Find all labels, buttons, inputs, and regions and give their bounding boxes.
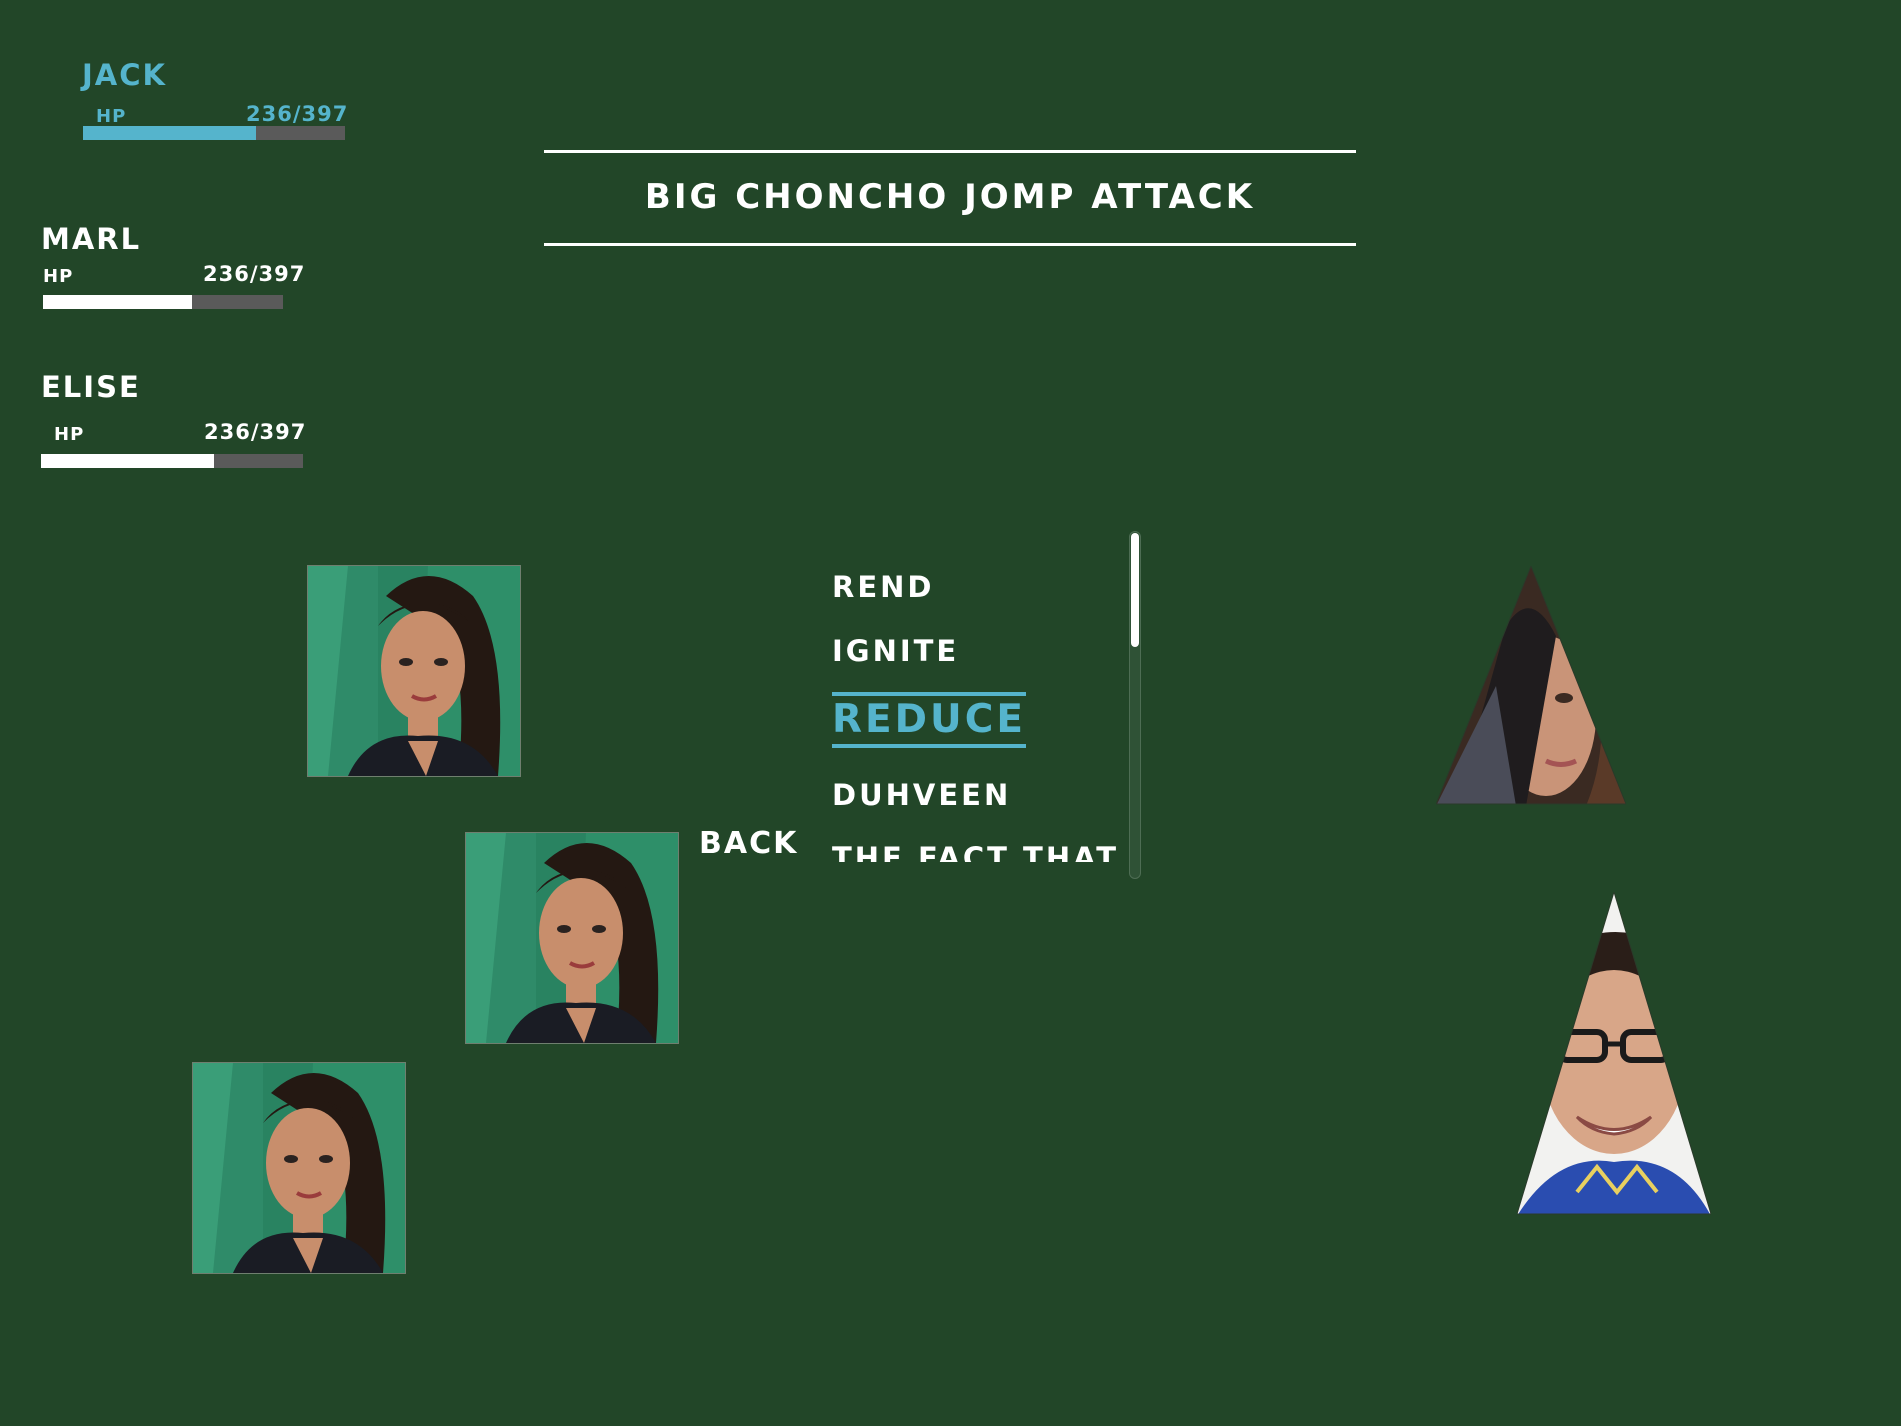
- hp-bar-fill: [83, 126, 256, 140]
- skill-item-reduce[interactable]: REDUCE: [832, 692, 1026, 748]
- hp-value: 236/397: [204, 420, 307, 444]
- skill-item-ignite[interactable]: IGNITE: [832, 634, 959, 668]
- hp-bar-fill: [43, 295, 192, 309]
- hp-bar: [43, 295, 283, 309]
- skill-item-duhveen[interactable]: DUHVEEN: [832, 778, 1011, 812]
- woman-portrait-icon: [466, 833, 678, 1043]
- hp-bar: [83, 126, 345, 140]
- hp-label: HP: [43, 266, 74, 287]
- hp-value: 236/397: [246, 102, 349, 126]
- hp-value: 236/397: [203, 262, 306, 286]
- party-status-jack: JACK HP 236/397: [82, 58, 352, 142]
- hp-bar: [41, 454, 303, 468]
- action-banner: BIG CHONCHO JOMP ATTACK: [544, 150, 1356, 246]
- skill-list: REND IGNITE REDUCE DUHVEEN THE FACT THAT: [832, 556, 1122, 862]
- battle-screen: JACK HP 236/397 MARL HP 236/397 ELISE HP…: [0, 0, 1901, 1426]
- hp-label: HP: [96, 106, 127, 127]
- action-name: BIG CHONCHO JOMP ATTACK: [644, 177, 1256, 217]
- party-name: MARL: [41, 222, 142, 256]
- skill-list-scrollbar[interactable]: [1129, 531, 1141, 879]
- skill-item-rend[interactable]: REND: [832, 570, 934, 604]
- woman-portrait-icon: [193, 1063, 405, 1273]
- woman-face-triangle-icon: [1435, 564, 1627, 805]
- enemy-target-2[interactable]: [1516, 890, 1712, 1220]
- skill-item-the-fact-that[interactable]: THE FACT THAT: [832, 841, 1119, 862]
- enemy-target-1[interactable]: [1435, 564, 1627, 810]
- scroll-thumb[interactable]: [1131, 533, 1139, 647]
- party-portrait[interactable]: [465, 832, 679, 1044]
- party-name: ELISE: [41, 370, 141, 404]
- party-status-marl: MARL HP 236/397: [41, 222, 304, 314]
- party-portrait[interactable]: [307, 565, 521, 777]
- party-portrait[interactable]: [192, 1062, 406, 1274]
- woman-with-glasses-triangle-icon: [1516, 890, 1712, 1215]
- party-status-elise: ELISE HP 236/397: [41, 370, 321, 468]
- back-button[interactable]: BACK: [699, 826, 798, 861]
- hp-bar-fill: [41, 454, 214, 468]
- party-name: JACK: [82, 58, 167, 92]
- woman-portrait-icon: [308, 566, 520, 776]
- hp-label: HP: [54, 424, 85, 445]
